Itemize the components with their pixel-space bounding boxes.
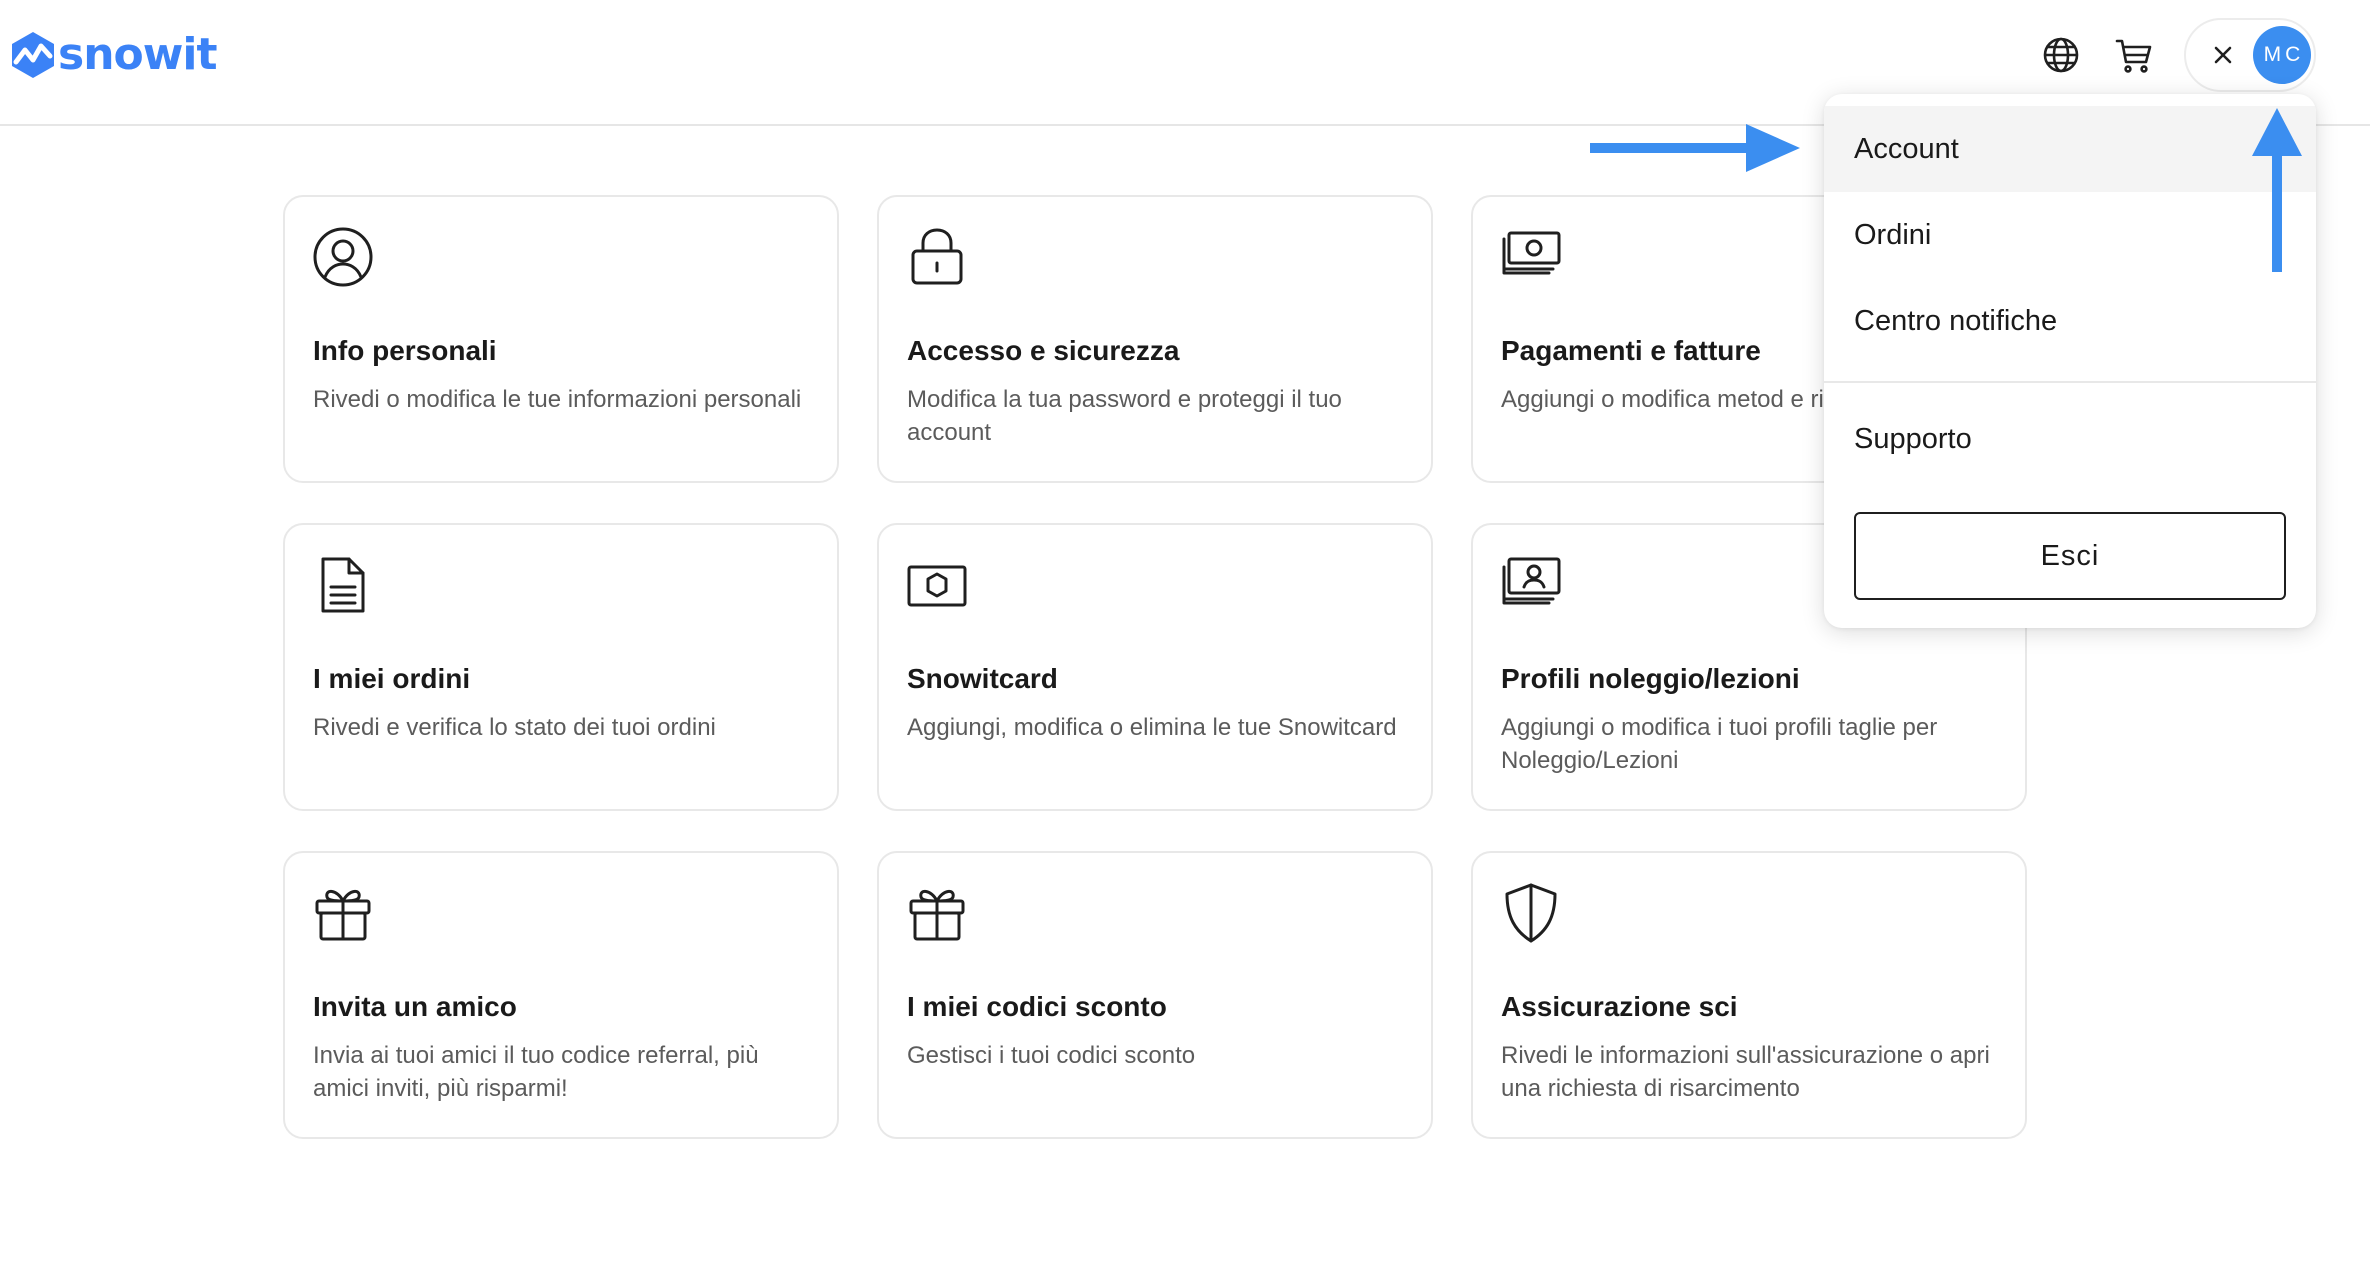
card-description: Rivedi e verifica lo stato dei tuoi ordi… (313, 714, 716, 741)
avatar[interactable]: MC (2253, 26, 2311, 84)
account-page: snowit MC Info personali Rivedi o modifi… (0, 0, 2370, 1284)
logout-button[interactable]: Esci (1854, 512, 2286, 600)
card-accesso-e-sicurezza[interactable]: Accesso e sicurezza Modifica la tua passw… (877, 195, 1433, 483)
card-title: Accesso e sicurezza (907, 335, 1180, 366)
card-description: Invia ai tuoi amici il tuo codice referr… (313, 1042, 759, 1102)
gift-icon (905, 881, 969, 945)
card-snowitcard[interactable]: Snowitcard Aggiungi, modifica o elimina l… (877, 523, 1433, 811)
profile-card-icon (1499, 553, 1563, 617)
card-assicurazione-sci[interactable]: Assicurazione sci Rivedi le informazioni … (1471, 851, 2027, 1139)
card-description: Aggiungi, modifica o elimina le tue Snow… (907, 714, 1397, 741)
snowit-logo[interactable]: snowit (10, 28, 218, 82)
document-icon (311, 553, 375, 617)
menu-item-notifiche[interactable]: Centro notifiche (1824, 278, 2316, 364)
user-dropdown-menu: Account Ordini Centro notifiche Supporto… (1824, 94, 2316, 628)
card-title: I miei ordini (313, 663, 471, 694)
globe-icon[interactable] (2040, 34, 2082, 76)
close-icon[interactable] (2205, 37, 2241, 73)
card-title: Info personali (313, 335, 497, 366)
snowitcard-icon (905, 553, 969, 617)
user-menu-toggle[interactable]: MC (2184, 18, 2316, 92)
menu-item-label: Centro notifiche (1854, 304, 2058, 337)
annotation-arrow-right (1590, 124, 1800, 172)
card-description: Modifica la tua password e proteggi il t… (907, 386, 1342, 446)
card-i-miei-ordini[interactable]: I miei ordini Rivedi e verifica lo stato … (283, 523, 839, 811)
logo-text: snowit (58, 29, 218, 80)
menu-item-label: Account (1854, 132, 1959, 165)
card-invita-un-amico[interactable]: Invita un amico Invia ai tuoi amici il tu… (283, 851, 839, 1139)
menu-item-ordini[interactable]: Ordini (1824, 192, 2316, 278)
cart-icon[interactable] (2113, 34, 2155, 76)
menu-item-label: Supporto (1854, 422, 1972, 455)
shield-icon (1499, 881, 1563, 945)
menu-item-supporto[interactable]: Supporto (1824, 396, 2316, 482)
card-title: Profili noleggio/lezioni (1501, 663, 1800, 694)
snowit-logo-icon (12, 32, 54, 78)
card-title: Invita un amico (313, 991, 517, 1022)
card-title: Snowitcard (907, 663, 1058, 694)
user-circle-icon (311, 225, 375, 289)
menu-divider (1824, 381, 2316, 383)
menu-item-account[interactable]: Account (1824, 106, 2316, 192)
card-title: I miei codici sconto (907, 991, 1167, 1022)
card-info-personali[interactable]: Info personali Rivedi o modifica le tue i… (283, 195, 839, 483)
card-title: Assicurazione sci (1501, 991, 1738, 1022)
card-description: Gestisci i tuoi codici sconto (907, 1042, 1196, 1069)
lock-icon (905, 225, 969, 289)
card-description: Rivedi le informazioni sull'assicurazion… (1501, 1042, 1990, 1102)
card-description: Rivedi o modifica le tue informazioni pe… (313, 386, 802, 413)
menu-item-label: Ordini (1854, 218, 1932, 251)
gift-icon (311, 881, 375, 945)
card-description: Aggiungi o modifica i tuoi profili tagli… (1501, 714, 1938, 774)
money-icon (1499, 225, 1563, 289)
card-i-miei-codici-sconto[interactable]: I miei codici sconto Gestisci i tuoi codi… (877, 851, 1433, 1139)
